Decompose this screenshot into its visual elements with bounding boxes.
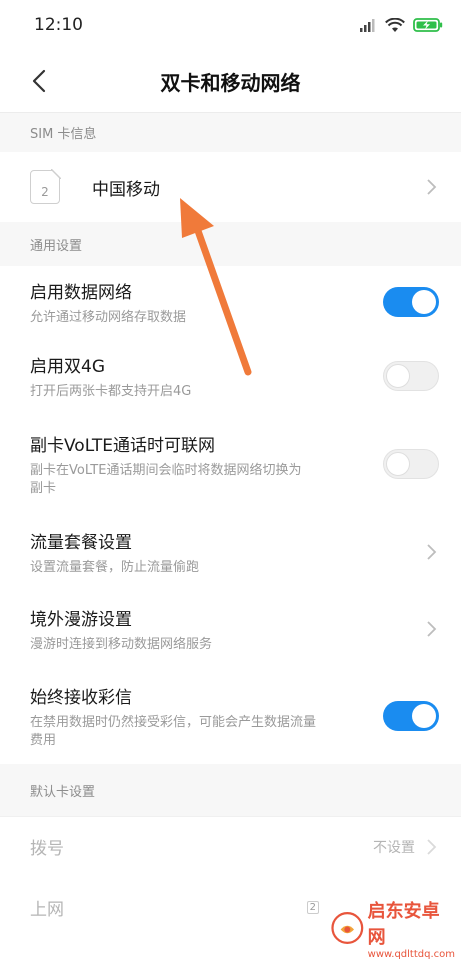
carrier-name: 中国移动 xyxy=(92,179,160,200)
dual-4g-toggle[interactable] xyxy=(383,361,439,391)
row-subtitle-line2: 副卡 xyxy=(30,480,57,496)
toggle-knob xyxy=(412,704,436,728)
section-header-default: 默认卡设置 xyxy=(0,764,461,816)
row-title: 流量套餐设置 xyxy=(30,532,132,553)
row-secondary-volte[interactable]: 副卡VoLTE通话时可联网 副卡在VoLTE通话期间会临时将数据网络切换为 副卡 xyxy=(0,414,461,514)
status-icons xyxy=(359,17,443,33)
row-subtitle: 在禁用数据时仍然接受彩信，可能会产生数据流量 费用 xyxy=(30,714,316,750)
row-subtitle: 打开后两张卡都支持开启4G xyxy=(30,383,192,399)
row-default-dial[interactable]: 拨号 不设置 xyxy=(0,816,461,876)
sim-card-row[interactable]: 2 中国移动 xyxy=(0,152,461,222)
row-title: 始终接收彩信 xyxy=(30,687,132,708)
chevron-right-icon xyxy=(427,621,437,637)
watermark-title: 启东安卓网 xyxy=(367,900,440,948)
row-subtitle-line1: 在禁用数据时仍然接受彩信，可能会产生数据流量 xyxy=(30,714,317,730)
watermark-url: www.qdlttdq.com xyxy=(367,948,455,960)
sim-card-icon: 2 xyxy=(30,169,61,204)
section-header-general: 通用设置 xyxy=(0,222,461,266)
data-network-toggle[interactable] xyxy=(383,287,439,317)
back-arrow-icon[interactable] xyxy=(26,66,56,96)
row-title: 副卡VoLTE通话时可联网 xyxy=(30,435,215,456)
row-title: 拨号 xyxy=(30,839,64,859)
row-roaming-settings[interactable]: 境外漫游设置 漫游时连接到移动数据网络服务 xyxy=(0,590,461,668)
internet-sim-number: 2 xyxy=(306,900,319,914)
status-bar: 12:10 xyxy=(0,0,461,50)
row-title: 上网 xyxy=(30,899,64,920)
wifi-icon xyxy=(385,17,405,32)
status-time: 12:10 xyxy=(34,15,83,35)
row-subtitle: 允许通过移动网络存取数据 xyxy=(30,309,187,325)
row-data-plan-settings[interactable]: 流量套餐设置 设置流量套餐，防止流量偷跑 xyxy=(0,514,461,590)
mms-toggle[interactable] xyxy=(383,701,439,731)
row-title: 启用双4G xyxy=(30,356,105,377)
section-header-sim: SIM 卡信息 xyxy=(0,112,461,152)
chevron-right-icon xyxy=(427,179,437,195)
toggle-knob xyxy=(386,452,410,476)
sim-slot-number: 2 xyxy=(41,185,49,199)
chevron-right-icon xyxy=(427,544,437,560)
row-subtitle-line1: 副卡在VoLTE通话期间会临时将数据网络切换为 xyxy=(30,462,302,478)
watermark-text: 启东安卓网 www.qdlttdq.com xyxy=(368,897,455,960)
page-title: 双卡和移动网络 xyxy=(160,70,301,95)
watermark-logo: 启东安卓网 www.qdlttdq.com xyxy=(331,900,455,960)
row-title: 境外漫游设置 xyxy=(30,609,132,630)
toggle-knob xyxy=(386,364,410,388)
chevron-right-icon xyxy=(427,838,437,855)
row-always-receive-mms[interactable]: 始终接收彩信 在禁用数据时仍然接受彩信，可能会产生数据流量 费用 xyxy=(0,668,461,764)
row-enable-data-network[interactable]: 启用数据网络 允许通过移动网络存取数据 xyxy=(0,266,461,338)
dial-value: 不设置 xyxy=(373,839,415,856)
nav-bar: 双卡和移动网络 xyxy=(0,50,461,112)
watermark-icon xyxy=(331,912,364,944)
row-subtitle: 漫游时连接到移动数据网络服务 xyxy=(30,636,213,652)
volte-data-toggle[interactable] xyxy=(383,449,439,479)
signal-icon xyxy=(360,19,375,32)
row-title: 启用数据网络 xyxy=(30,282,132,303)
toggle-knob xyxy=(412,290,436,314)
row-subtitle: 设置流量套餐，防止流量偷跑 xyxy=(30,559,200,575)
row-enable-dual-4g[interactable]: 启用双4G 打开后两张卡都支持开启4G xyxy=(0,338,461,414)
row-subtitle: 副卡在VoLTE通话期间会临时将数据网络切换为 副卡 xyxy=(30,462,301,498)
battery-charging-icon xyxy=(413,18,443,32)
row-subtitle-line2: 费用 xyxy=(30,732,57,748)
